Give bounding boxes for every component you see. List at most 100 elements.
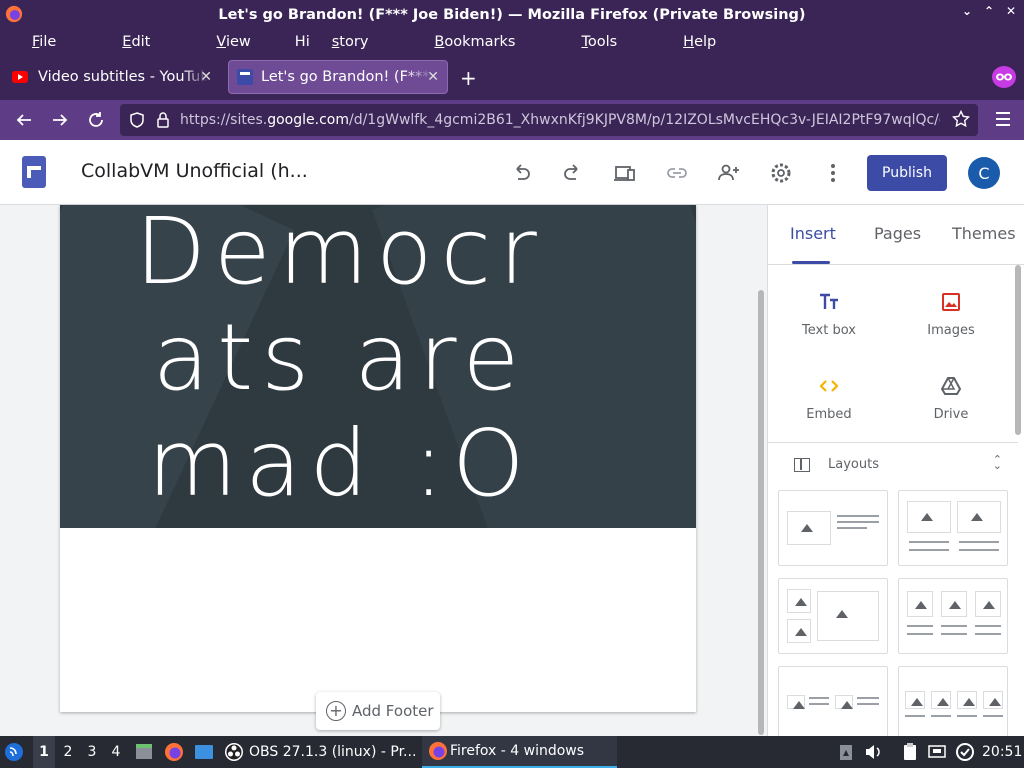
close-tab-icon[interactable]: ✕ xyxy=(427,69,439,85)
panel-divider xyxy=(768,442,1018,443)
notes-icon xyxy=(904,743,916,760)
preview-button[interactable] xyxy=(613,161,637,185)
gear-icon xyxy=(771,163,791,183)
taskbar-obs[interactable]: OBS 27.1.3 (linux) - Pr... xyxy=(224,736,420,768)
menu-history[interactable]: Hi story xyxy=(295,34,391,50)
start-menu-icon xyxy=(5,743,23,761)
layouts-header[interactable]: Layouts xyxy=(794,457,879,472)
share-button[interactable] xyxy=(717,161,741,185)
canvas-scrollbar[interactable] xyxy=(758,290,764,735)
tab-themes[interactable]: Themes xyxy=(952,224,1016,243)
forward-button[interactable] xyxy=(42,102,78,138)
private-browsing-icon xyxy=(992,66,1016,88)
more-options-button[interactable] xyxy=(821,161,845,185)
insert-embed[interactable]: Embed xyxy=(774,373,884,422)
layout-option-1[interactable] xyxy=(778,490,888,566)
settings-button[interactable] xyxy=(769,161,793,185)
navigation-bar: https://sites.google.com/d/1gWwlfk_4gcmi… xyxy=(0,100,1024,140)
layout-option-6[interactable] xyxy=(898,666,1008,742)
layout-option-5[interactable] xyxy=(778,666,888,742)
maximize-button[interactable]: ⌃ xyxy=(982,4,996,18)
workspace-3[interactable]: 3 xyxy=(81,736,103,768)
tray-notes[interactable] xyxy=(900,736,920,768)
file-manager-launcher[interactable] xyxy=(134,736,154,768)
reload-button[interactable] xyxy=(78,102,114,138)
lock-icon[interactable] xyxy=(154,111,172,129)
back-button[interactable] xyxy=(6,102,42,138)
hero-banner[interactable]: Democr ats are mad :O xyxy=(60,205,696,528)
url-bar[interactable]: https://sites.google.com/d/1gWwlfk_4gcmi… xyxy=(120,104,978,136)
workspace-4[interactable]: 4 xyxy=(105,736,127,768)
bookmark-star-icon[interactable] xyxy=(952,110,970,128)
layout-option-2[interactable] xyxy=(898,490,1008,566)
editor-canvas: Democr ats are mad :O + Add Footer xyxy=(0,205,767,736)
site-page: Democr ats are mad :O xyxy=(60,205,696,712)
redo-button[interactable] xyxy=(561,161,585,185)
undo-icon xyxy=(516,164,530,180)
site-title[interactable]: CollabVM Unofficial (h... xyxy=(81,160,308,182)
tab-strip: Video subtitles - YouTube ✕ Let's go Bra… xyxy=(0,54,1024,100)
window-titlebar: Let's go Brandon! (F*** Joe Biden!) — Mo… xyxy=(0,0,1024,29)
workspace-1[interactable]: 1 xyxy=(33,736,55,768)
volume-icon xyxy=(866,745,880,759)
insert-drive[interactable]: Drive xyxy=(896,373,1006,422)
layout-option-4[interactable] xyxy=(898,578,1008,654)
google-sites-icon xyxy=(237,69,253,85)
firefox-icon xyxy=(165,743,183,761)
google-sites-logo-icon[interactable] xyxy=(22,156,46,188)
menu-bookmarks[interactable]: Bookmarks xyxy=(412,34,537,50)
youtube-icon xyxy=(12,71,28,83)
insert-images[interactable]: Images xyxy=(896,289,1006,338)
collapse-icon[interactable]: ⌃ ⌄ xyxy=(993,454,1002,471)
minimize-button[interactable]: ⌄ xyxy=(960,4,974,18)
tray-network[interactable] xyxy=(927,736,947,768)
tray-clipboard[interactable] xyxy=(836,736,856,768)
desktop-launcher[interactable] xyxy=(194,736,214,768)
system-taskbar: 1 2 3 4 OBS 27.1.3 (linux) - Pr... Firef… xyxy=(0,736,1024,768)
clock[interactable]: 20:51 xyxy=(982,736,1022,768)
undo-button[interactable] xyxy=(509,161,533,185)
tray-updates[interactable] xyxy=(955,736,975,768)
drive-icon xyxy=(940,377,962,395)
firefox-icon xyxy=(429,742,447,760)
menu-view[interactable]: View xyxy=(194,34,272,50)
new-tab-button[interactable]: + xyxy=(460,66,477,90)
close-window-button[interactable]: ✕ xyxy=(1004,4,1018,18)
url-text: https://sites.google.com/d/1gWwlfk_4gcmi… xyxy=(180,112,940,128)
tab-google-sites[interactable]: Let's go Brandon! (F*** Joe Biden!) ✕ xyxy=(228,60,448,94)
menu-bar: File Edit View Hi story Bookmarks Tools H… xyxy=(0,29,1024,54)
tray-volume[interactable] xyxy=(863,736,883,768)
panel-scrollbar[interactable] xyxy=(1015,265,1021,435)
app-menu-icon[interactable] xyxy=(996,112,1010,130)
tab-pages[interactable]: Pages xyxy=(874,224,921,243)
menu-tools[interactable]: Tools xyxy=(559,34,639,50)
devices-icon xyxy=(614,166,635,181)
tab-youtube[interactable]: Video subtitles - YouTube ✕ xyxy=(4,60,220,94)
publish-button[interactable]: Publish xyxy=(867,155,947,191)
taskbar-firefox[interactable]: Firefox - 4 windows xyxy=(422,736,617,768)
hero-title[interactable]: Democr ats are mad :O xyxy=(60,205,620,517)
menu-edit[interactable]: Edit xyxy=(100,34,172,50)
tab-insert[interactable]: Insert xyxy=(790,224,836,243)
start-menu-button[interactable] xyxy=(4,736,24,768)
window-title: Let's go Brandon! (F*** Joe Biden!) — Mo… xyxy=(218,6,806,23)
forward-arrow-icon xyxy=(53,114,68,126)
menu-help[interactable]: Help xyxy=(661,34,738,50)
text-box-icon xyxy=(820,293,838,309)
close-tab-icon[interactable]: ✕ xyxy=(200,69,212,85)
insert-text-box[interactable]: Text box xyxy=(774,289,884,338)
tab-label: Video subtitles - YouTube xyxy=(38,69,208,85)
workspace-2[interactable]: 2 xyxy=(57,736,79,768)
link-icon xyxy=(667,168,687,178)
add-person-icon xyxy=(718,164,739,181)
redo-icon xyxy=(564,164,578,180)
firefox-launcher[interactable] xyxy=(164,736,184,768)
copy-link-button[interactable] xyxy=(665,161,689,185)
account-avatar[interactable]: C xyxy=(968,157,1000,189)
reload-icon xyxy=(89,112,103,127)
add-footer-button[interactable]: + Add Footer xyxy=(316,692,440,730)
tracking-protection-icon[interactable] xyxy=(128,111,146,129)
embed-icon xyxy=(819,380,839,392)
layout-option-3[interactable] xyxy=(778,578,888,654)
menu-file[interactable]: File xyxy=(10,34,78,50)
